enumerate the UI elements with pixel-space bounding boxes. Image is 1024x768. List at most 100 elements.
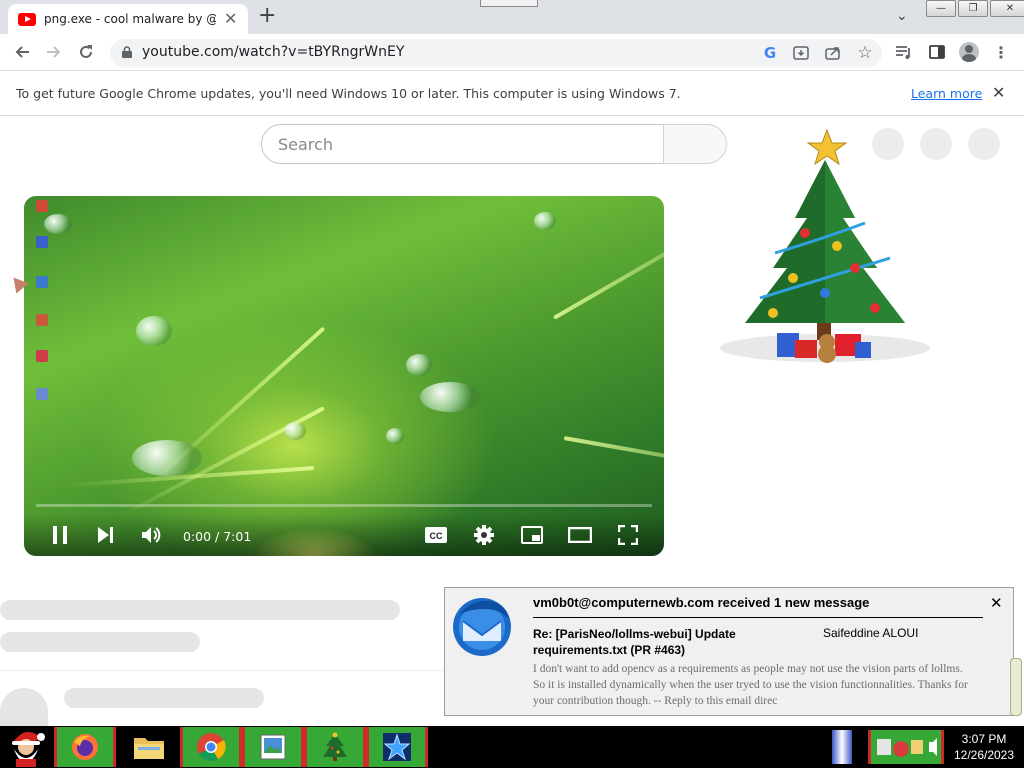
water-drop (534, 212, 556, 230)
side-panel-icon[interactable] (926, 41, 948, 63)
leaf-vein (563, 436, 664, 482)
captions-icon[interactable]: CC (424, 522, 448, 548)
volume-icon[interactable] (140, 522, 164, 548)
notification-close-icon[interactable]: ✕ (990, 594, 1003, 612)
firefox-icon (72, 734, 98, 760)
clock[interactable]: 3:07 PM 12/26/2023 (950, 731, 1018, 763)
loading-skeleton (0, 600, 400, 620)
tab-close-icon[interactable]: ✕ (224, 11, 237, 27)
lock-icon[interactable] (122, 46, 132, 58)
water-drop (406, 354, 432, 376)
taskbar-star-app[interactable] (366, 727, 428, 767)
tray-icons (877, 738, 937, 757)
tab-title: png.exe - cool malware by @not (44, 12, 216, 26)
video-player[interactable]: 0:00 / 7:01 CC (24, 196, 664, 556)
desktop-icon (36, 350, 48, 362)
screen: png.exe - cool malware by @not ✕ + ⌄ — ❐… (0, 0, 1024, 768)
desktop-icon (36, 276, 48, 288)
browser-toolbar: youtube.com/watch?v=tBYRngrWnEY G ☆ ⋮ (0, 34, 1024, 70)
chrome-icon (197, 733, 226, 761)
reload-icon[interactable] (74, 40, 98, 64)
youtube-favicon-icon (18, 12, 36, 26)
notification-title: vm0b0t@computernewb.com received 1 new m… (533, 595, 870, 610)
taskbar: 3:07 PM 12/26/2023 (0, 726, 1024, 768)
desktop-icon (36, 314, 48, 326)
divider (0, 670, 444, 671)
update-infobar: To get future Google Chrome updates, you… (0, 70, 1024, 116)
fullscreen-icon[interactable] (616, 522, 640, 548)
sidebar-gadget-tab[interactable] (1010, 658, 1022, 716)
clock-date: 12/26/2023 (953, 748, 1015, 762)
share-icon[interactable] (823, 43, 843, 63)
avatar-icon (959, 42, 979, 62)
learn-more-link[interactable]: Learn more (911, 86, 982, 101)
tab-search-chevron-icon[interactable]: ⌄ (896, 8, 908, 24)
christmas-tree-icon (323, 732, 347, 761)
infobar-message: To get future Google Chrome updates, you… (16, 86, 681, 101)
taskbar-christmas-tree[interactable] (304, 727, 366, 767)
loading-skeleton-avatar (0, 688, 48, 728)
water-drop (386, 428, 404, 444)
pause-icon[interactable] (48, 522, 72, 548)
install-app-icon[interactable] (791, 43, 811, 63)
clock-time: 3:07 PM (961, 732, 1007, 746)
minimize-button[interactable]: — (926, 0, 956, 17)
star-app-icon (383, 733, 411, 761)
desktop-icon (36, 200, 48, 212)
new-tab-button[interactable]: + (258, 5, 276, 27)
video-time: 0:00 / 7:01 (183, 529, 252, 544)
water-drop (284, 422, 306, 440)
water-drop (420, 382, 480, 412)
restore-button[interactable]: ❐ (958, 0, 988, 17)
taskbar-file-explorer[interactable] (118, 727, 180, 767)
profile-avatar[interactable] (958, 41, 980, 63)
settings-gear-icon[interactable] (472, 522, 496, 548)
browser-tab[interactable]: png.exe - cool malware by @not ✕ (8, 4, 248, 34)
window-drag-marker (480, 0, 538, 7)
email-sender: Saifeddine ALOUI (823, 626, 919, 640)
language-flag-icon[interactable] (832, 730, 852, 764)
taskbar-firefox[interactable] (54, 727, 116, 767)
leaf-vein (553, 201, 664, 320)
theater-mode-icon[interactable] (568, 522, 592, 548)
menu-kebab-icon[interactable]: ⋮ (990, 41, 1012, 63)
miniplayer-icon[interactable] (520, 522, 544, 548)
system-tray[interactable] (868, 730, 944, 764)
taskbar-chrome[interactable] (180, 727, 242, 767)
svg-text:CC: CC (430, 531, 443, 541)
water-drop (44, 214, 72, 234)
video-progress-bar[interactable] (36, 504, 652, 507)
water-drop (132, 440, 202, 476)
close-window-button[interactable]: ✕ (990, 0, 1024, 17)
water-drop (136, 316, 172, 346)
picture-viewer-icon (260, 734, 286, 760)
file-explorer-icon (134, 738, 164, 759)
thunderbird-icon (453, 598, 511, 656)
address-bar[interactable]: youtube.com/watch?v=tBYRngrWnEY G ☆ (110, 39, 882, 67)
loading-skeleton (0, 632, 200, 652)
bookmark-star-icon[interactable]: ☆ (855, 43, 875, 63)
next-icon[interactable] (94, 522, 118, 548)
taskbar-picture-viewer[interactable] (242, 727, 304, 767)
google-lens-icon[interactable]: G (760, 43, 780, 63)
search-placeholder: Search (278, 135, 333, 154)
window-controls: — ❐ ✕ (926, 0, 1024, 17)
christmas-tree-icon (720, 128, 930, 363)
notification-divider (533, 617, 983, 618)
infobar-close-icon[interactable]: ✕ (992, 83, 1005, 102)
video-controls: 0:00 / 7:01 CC (24, 514, 664, 556)
back-arrow-icon[interactable] (10, 40, 34, 64)
forward-arrow-icon[interactable] (42, 40, 66, 64)
email-subject[interactable]: Re: [ParisNeo/lollms-webui] Update requi… (533, 626, 793, 658)
tab-strip: png.exe - cool malware by @not ✕ + ⌄ — ❐… (0, 0, 1024, 34)
youtube-search-input[interactable]: Search (261, 124, 664, 164)
desktop-icon (36, 388, 48, 400)
email-preview[interactable]: I don't want to add opencv as a requirem… (533, 661, 973, 709)
url-text: youtube.com/watch?v=tBYRngrWnEY (142, 44, 405, 60)
email-notification-popup[interactable]: vm0b0t@computernewb.com received 1 new m… (444, 587, 1014, 716)
start-santa-icon[interactable] (4, 727, 48, 767)
masthead-placeholder-circle[interactable] (968, 128, 1000, 160)
media-controls-icon[interactable] (893, 41, 915, 63)
desktop-icon (36, 236, 48, 248)
loading-skeleton (64, 688, 264, 708)
